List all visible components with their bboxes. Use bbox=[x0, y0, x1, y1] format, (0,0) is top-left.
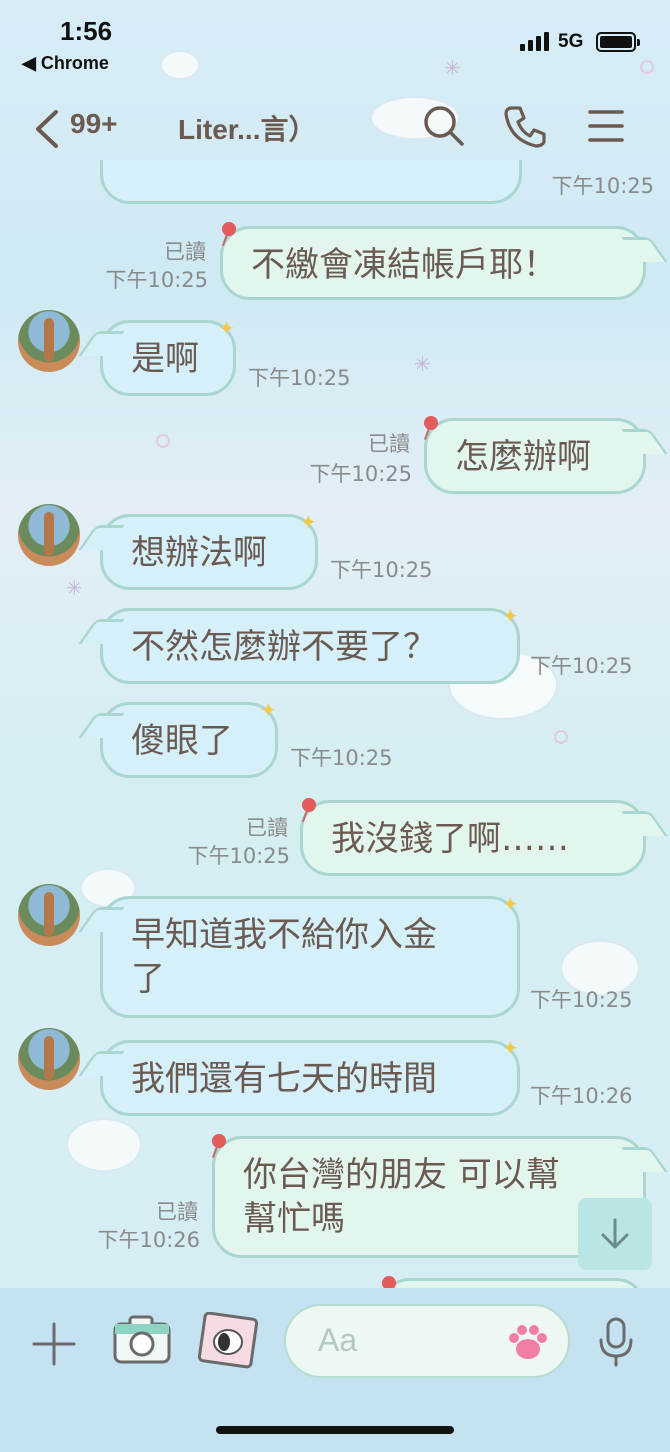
message-time: 下午10:25 bbox=[530, 988, 633, 1012]
sparkle-decoration: ✦ bbox=[502, 1036, 519, 1060]
sticker-icon[interactable] bbox=[196, 1312, 260, 1370]
message-time: 下午10:25 bbox=[530, 654, 633, 678]
avatar[interactable] bbox=[18, 310, 80, 372]
sparkle-decoration: ✦ bbox=[218, 316, 235, 340]
message-time: 下午10:26 bbox=[530, 1084, 633, 1108]
message-bubble[interactable]: 我沒錢了啊…… bbox=[300, 800, 646, 876]
chat-title[interactable]: Liter...言） bbox=[178, 108, 316, 148]
message-time: 下午10:25 bbox=[330, 558, 433, 582]
paw-emoji-icon[interactable] bbox=[506, 1322, 550, 1362]
message-read-status: 已讀 bbox=[368, 432, 410, 456]
back-to-app-link[interactable]: ◀ Chrome bbox=[22, 53, 109, 74]
message-text-line: 了 bbox=[131, 959, 165, 999]
pin-decoration bbox=[424, 416, 438, 430]
message-time: 下午10:25 bbox=[551, 174, 654, 198]
message-text-line: 你台灣的朋友 可以幫 bbox=[243, 1155, 560, 1195]
message-bubble[interactable]: 想辦法啊 bbox=[100, 514, 318, 590]
message-bubble-partial[interactable] bbox=[100, 160, 522, 204]
message-time: 下午10:25 bbox=[248, 366, 351, 390]
message-bubble[interactable]: 怎麼辦啊 bbox=[424, 418, 646, 494]
microphone-icon[interactable] bbox=[596, 1316, 636, 1368]
message-read-status: 已讀 bbox=[246, 816, 288, 840]
message-input-placeholder: Aa bbox=[318, 1322, 358, 1358]
sparkle-decoration: ✦ bbox=[300, 510, 317, 534]
message-bubble[interactable]: 不繳會凍結帳戶耶！ bbox=[220, 226, 646, 300]
message-time: 下午10:26 bbox=[97, 1228, 200, 1252]
status-bar: 1:56 ◀ Chrome 5G bbox=[0, 0, 670, 80]
message-time: 下午10:25 bbox=[187, 844, 290, 868]
message-bubble[interactable]: 我們還有七天的時間 bbox=[100, 1040, 520, 1116]
avatar[interactable] bbox=[18, 884, 80, 946]
sparkle-decoration: ✦ bbox=[260, 698, 277, 722]
search-icon[interactable] bbox=[420, 102, 468, 150]
pin-decoration bbox=[222, 222, 236, 236]
battery-icon bbox=[596, 32, 640, 52]
scroll-to-bottom-button[interactable] bbox=[578, 1198, 652, 1270]
message-bubble[interactable]: 是啊 bbox=[100, 320, 236, 396]
sparkle-decoration: ✦ bbox=[502, 604, 519, 628]
message-bubble[interactable]: 早知道我不給你入金 了 bbox=[100, 896, 520, 1018]
pin-decoration bbox=[212, 1134, 226, 1148]
menu-icon[interactable] bbox=[582, 102, 630, 150]
unread-count[interactable]: 99+ bbox=[70, 108, 118, 140]
message-input[interactable]: Aa bbox=[284, 1304, 570, 1378]
message-text-line: 幫忙嗎 bbox=[243, 1199, 345, 1239]
message-bubble[interactable]: 傻眼了 bbox=[100, 702, 278, 778]
arrow-down-icon bbox=[601, 1218, 629, 1249]
pin-decoration bbox=[302, 798, 316, 812]
chat-header: 99+ Liter...言） bbox=[0, 96, 670, 162]
message-read-status: 已讀 bbox=[164, 240, 206, 264]
status-time: 1:56 bbox=[60, 16, 113, 46]
signal-icon bbox=[520, 32, 549, 51]
message-input-bar: Aa bbox=[0, 1288, 670, 1452]
message-time: 下午10:25 bbox=[309, 462, 412, 486]
message-read-status: 已讀 bbox=[156, 1200, 198, 1224]
avatar[interactable] bbox=[18, 1028, 80, 1090]
home-indicator bbox=[216, 1426, 454, 1434]
network-type: 5G bbox=[558, 31, 584, 52]
camera-icon[interactable] bbox=[112, 1314, 172, 1366]
back-arrow-icon[interactable] bbox=[30, 104, 70, 154]
sparkle-decoration: ✦ bbox=[502, 892, 519, 916]
message-list[interactable]: 下午10:25 已讀 下午10:25 不繳會凍結帳戶耶！ 是啊 ✦ 下午10:2… bbox=[0, 160, 670, 1290]
avatar[interactable] bbox=[18, 504, 80, 566]
message-bubble[interactable]: 不然怎麼辦不要了？ bbox=[100, 608, 520, 684]
phone-icon[interactable] bbox=[502, 102, 550, 150]
plus-icon[interactable] bbox=[30, 1320, 78, 1368]
message-text-line: 早知道我不給你入金 bbox=[131, 915, 437, 955]
message-time: 下午10:25 bbox=[290, 746, 393, 770]
message-time: 下午10:25 bbox=[105, 268, 208, 292]
